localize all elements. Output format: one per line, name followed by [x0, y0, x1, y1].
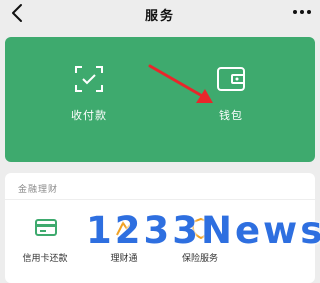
wealth-label: 理财通	[110, 254, 138, 264]
watermark-text: 1233News	[86, 209, 320, 252]
page-title: 服务	[144, 9, 175, 24]
collect-pay-label: 收付款	[71, 109, 107, 122]
more-options-icon[interactable]	[292, 8, 312, 16]
insurance-label: 保险服务	[181, 254, 218, 264]
wallet-label: 钱包	[219, 109, 243, 122]
divider	[5, 199, 315, 200]
wallet-button[interactable]: 钱包	[186, 65, 276, 135]
section-title: 金融理财	[18, 185, 59, 195]
credit-card-icon	[35, 219, 57, 236]
collect-pay-button[interactable]: 收付款	[44, 65, 134, 135]
credit-card-repay-button[interactable]: 信用卡还款	[10, 217, 80, 277]
qr-scan-icon	[75, 66, 103, 92]
payment-panel: 收付款 钱包	[5, 37, 315, 162]
wallet-icon	[217, 67, 245, 91]
credit-card-repay-label: 信用卡还款	[22, 254, 68, 264]
navigation-bar: 服务	[0, 0, 320, 28]
